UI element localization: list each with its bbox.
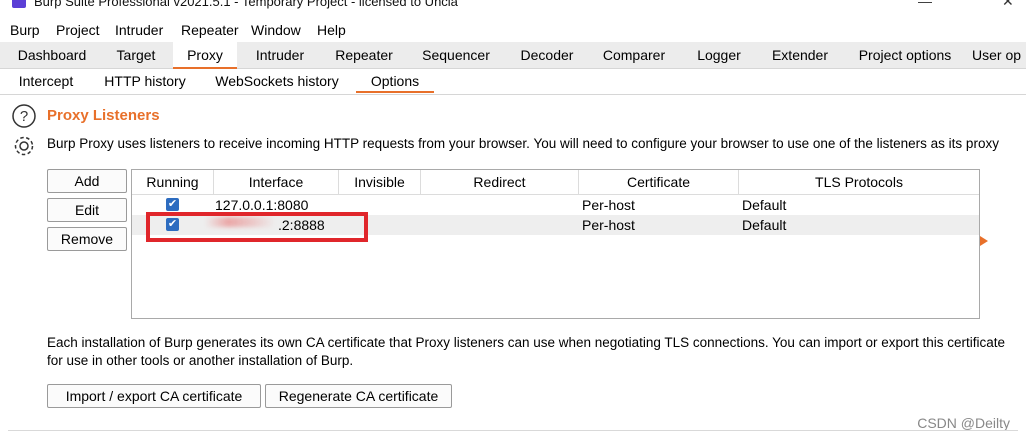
scroll-right-arrow-icon[interactable] (980, 236, 988, 246)
subtab-http-history[interactable]: HTTP history (98, 69, 192, 93)
close-button[interactable]: ✕ (1002, 0, 1014, 10)
column-running[interactable]: Running (132, 170, 214, 194)
minimize-button[interactable]: — (918, 0, 932, 9)
proxy-listeners-table: Running Interface Invisible Redirect Cer… (131, 169, 980, 319)
menu-window[interactable]: Window (251, 22, 301, 38)
main-tab-bar: Dashboard Target Proxy Intruder Repeater… (0, 42, 1026, 69)
menu-intruder[interactable]: Intruder (115, 22, 163, 38)
column-interface[interactable]: Interface (214, 170, 339, 194)
subtab-intercept[interactable]: Intercept (10, 69, 82, 93)
annotation-highlight-box (146, 212, 368, 242)
watermark-text: CSDN @Deilty (917, 415, 1010, 431)
tab-comparer[interactable]: Comparer (592, 42, 676, 68)
menu-burp[interactable]: Burp (10, 22, 40, 38)
remove-button[interactable]: Remove (47, 227, 127, 251)
add-button[interactable]: Add (47, 169, 127, 193)
tab-user-options[interactable]: User op (972, 42, 1026, 68)
menu-bar: Burp Project Intruder Repeater Window He… (0, 20, 1026, 40)
certificate-cell: Per-host (582, 217, 635, 233)
subtab-options[interactable]: Options (356, 69, 434, 93)
menu-repeater[interactable]: Repeater (181, 22, 239, 38)
column-certificate[interactable]: Certificate (579, 170, 739, 194)
section-title: Proxy Listeners (47, 107, 160, 124)
certificate-cell: Per-host (582, 197, 635, 213)
import-export-ca-button[interactable]: Import / export CA certificate (47, 384, 261, 408)
proxy-subtab-bar: Intercept HTTP history WebSockets histor… (0, 69, 1026, 95)
section-description: Burp Proxy uses listeners to receive inc… (47, 136, 999, 151)
burp-logo-icon (12, 0, 26, 8)
title-bar: Burp Suite Professional v2021.5.1 - Temp… (0, 0, 1026, 12)
question-circle-icon[interactable]: ? (11, 103, 37, 129)
tab-sequencer[interactable]: Sequencer (410, 42, 502, 68)
column-invisible[interactable]: Invisible (339, 170, 421, 194)
tab-proxy[interactable]: Proxy (173, 42, 237, 69)
column-redirect[interactable]: Redirect (421, 170, 579, 194)
edit-button[interactable]: Edit (47, 198, 127, 222)
tab-logger[interactable]: Logger (684, 42, 754, 68)
tab-target[interactable]: Target (104, 42, 168, 68)
tls-cell: Default (742, 217, 787, 233)
tab-decoder[interactable]: Decoder (510, 42, 584, 68)
checkmark-icon[interactable]: ✔ (166, 198, 179, 211)
divider (8, 430, 1018, 431)
tab-project-options[interactable]: Project options (846, 42, 964, 68)
svg-text:?: ? (20, 108, 28, 125)
ca-description: Each installation of Burp generates its … (47, 335, 1006, 368)
tab-repeater[interactable]: Repeater (326, 42, 402, 68)
menu-help[interactable]: Help (317, 22, 346, 38)
tab-extender[interactable]: Extender (762, 42, 838, 68)
options-panel: ? Proxy Listeners Burp Proxy uses listen… (0, 95, 1026, 440)
tab-dashboard[interactable]: Dashboard (8, 42, 96, 68)
window-title: Burp Suite Professional v2021.5.1 - Temp… (34, 0, 458, 9)
tab-intruder[interactable]: Intruder (242, 42, 318, 68)
subtab-websockets-history[interactable]: WebSockets history (208, 69, 346, 93)
gear-icon[interactable] (11, 133, 37, 159)
menu-project[interactable]: Project (56, 22, 100, 38)
tls-cell: Default (742, 197, 787, 213)
column-tls-protocols[interactable]: TLS Protocols (739, 170, 979, 194)
table-header: Running Interface Invisible Redirect Cer… (132, 170, 979, 195)
regenerate-ca-button[interactable]: Regenerate CA certificate (265, 384, 452, 408)
